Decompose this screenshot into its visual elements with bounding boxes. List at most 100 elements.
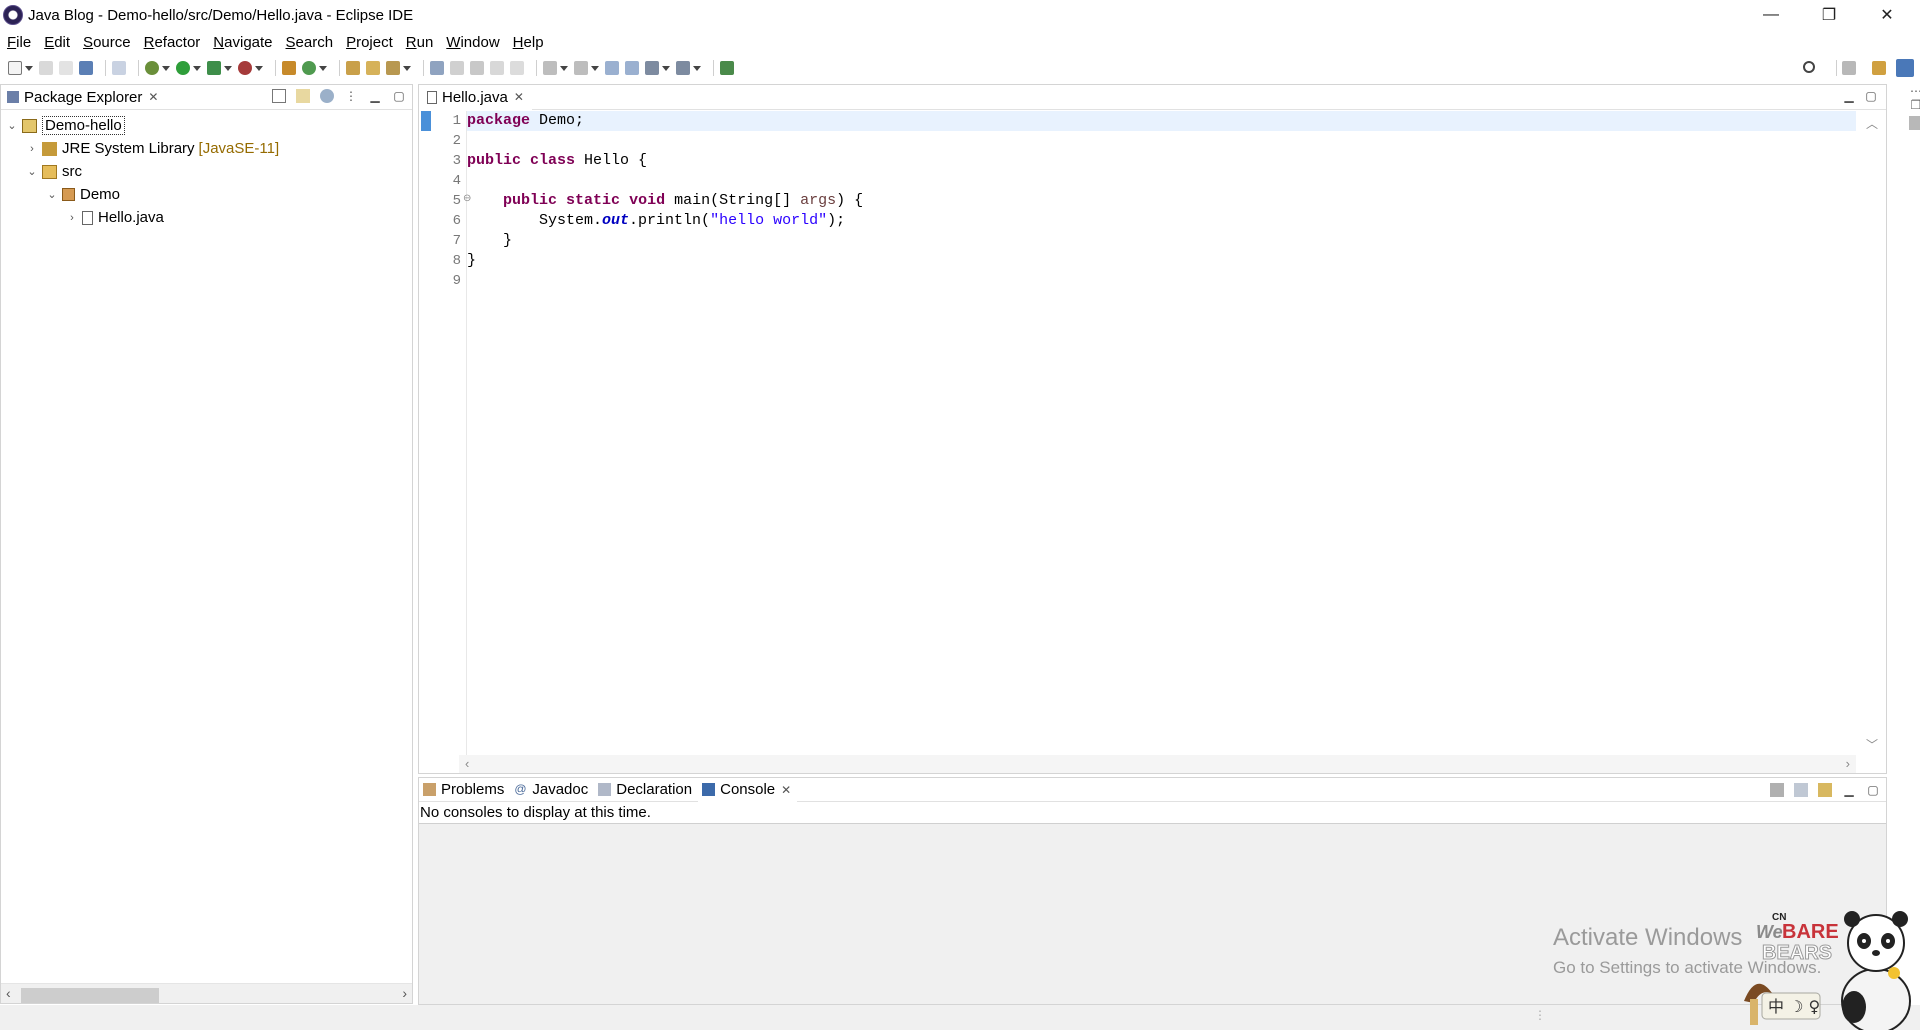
restore-button[interactable]: ❐ [1800, 0, 1858, 30]
code-line[interactable]: package Demo; [467, 111, 1856, 131]
code-line[interactable]: } [467, 251, 1856, 271]
skip-breakpoints-icon[interactable] [112, 61, 126, 75]
maximize-view-icon[interactable]: ▢ [1866, 783, 1880, 797]
expanded-chevron-icon[interactable]: ⌄ [5, 119, 19, 132]
scroll-right-icon[interactable]: › [402, 985, 407, 1001]
code-line[interactable] [467, 271, 1856, 291]
code-line[interactable]: public class Hello { [467, 151, 1856, 171]
menu-search[interactable]: Search [286, 34, 334, 51]
menu-project[interactable]: Project [346, 34, 393, 51]
new-java-class-icon[interactable] [302, 61, 316, 75]
code-line[interactable]: System.out.println("hello world"); [467, 211, 1856, 231]
next-annotation-icon[interactable] [543, 61, 557, 75]
minimize-view-icon[interactable]: ▁ [1842, 783, 1856, 797]
back-icon[interactable] [645, 61, 659, 75]
expanded-chevron-icon[interactable]: ⌄ [25, 165, 39, 178]
minimize-view-icon[interactable]: ▁ [368, 89, 382, 103]
minimize-editor-icon[interactable]: ▁ [1842, 89, 1856, 103]
run-icon[interactable] [176, 61, 190, 75]
horizontal-scrollbar[interactable]: ‹ › [1, 983, 412, 1003]
open-type-icon[interactable] [346, 61, 360, 75]
open-perspective-icon[interactable] [1842, 61, 1856, 75]
menu-edit[interactable]: Edit [44, 34, 70, 51]
resource-perspective-icon[interactable] [1872, 61, 1886, 75]
open-console-icon[interactable] [79, 61, 93, 75]
code-editor[interactable]: 1 2 3 4 5 ⊖ 6 7 8 9 package Demo; public… [419, 111, 1886, 755]
coverage-dropdown-icon[interactable] [224, 65, 232, 71]
search-tool-icon[interactable] [386, 61, 400, 75]
scroll-down-icon[interactable]: ﹀ [1866, 736, 1878, 753]
tree-item-src[interactable]: ⌄ src [1, 160, 412, 183]
tree-item-package[interactable]: ⌄ Demo [1, 183, 412, 206]
maximize-view-icon[interactable]: ▢ [392, 89, 406, 103]
menu-window[interactable]: Window [446, 34, 499, 51]
link-with-editor-icon[interactable] [296, 89, 310, 103]
run-dropdown-icon[interactable] [193, 65, 201, 71]
next-annotation-dropdown-icon[interactable] [560, 65, 568, 71]
scroll-left-icon[interactable]: ‹ [6, 985, 11, 1001]
menu-refactor[interactable]: Refactor [144, 34, 201, 51]
debug-icon[interactable] [145, 61, 159, 75]
scroll-up-icon[interactable]: ︿ [1866, 115, 1878, 132]
tab-problems[interactable]: Problems [419, 778, 510, 802]
tree-item-java-file[interactable]: › Hello.java [1, 206, 412, 229]
external-tools-icon[interactable] [238, 61, 252, 75]
open-console-icon[interactable] [1818, 783, 1832, 797]
close-tab-icon[interactable]: ✕ [781, 783, 791, 797]
pin-console-icon[interactable] [1770, 783, 1784, 797]
external-tools-dropdown-icon[interactable] [255, 65, 263, 71]
editor-vertical-scrollbar[interactable]: ︿ ﹀ [1856, 111, 1886, 755]
pin-editor-icon[interactable] [720, 61, 734, 75]
tab-package-explorer[interactable]: Package Explorer ✕ [1, 85, 164, 110]
editor-horizontal-scrollbar[interactable]: ‹ › [459, 755, 1856, 773]
new-dropdown-icon[interactable] [25, 65, 33, 71]
save-all-icon[interactable] [59, 61, 73, 75]
tree-item-jre[interactable]: › JRE System Library [JavaSE-11] [1, 137, 412, 160]
expanded-chevron-icon[interactable]: ⌄ [45, 188, 59, 201]
debug-dropdown-icon[interactable] [162, 65, 170, 71]
menu-source[interactable]: Source [83, 34, 131, 51]
toggle-block-selection-icon[interactable] [470, 61, 484, 75]
collapsed-chevron-icon[interactable]: › [65, 212, 79, 224]
code-line[interactable] [467, 131, 1856, 151]
tree-item-project[interactable]: ⌄ Demo-hello [1, 114, 412, 137]
close-button[interactable]: ✕ [1858, 0, 1916, 30]
tab-hello-java[interactable]: Hello.java ✕ [419, 84, 532, 110]
toggle-breadcrumb-icon[interactable] [450, 61, 464, 75]
code-text[interactable]: package Demo; public class Hello { publi… [467, 111, 1856, 755]
previous-annotation-icon[interactable] [574, 61, 588, 75]
tab-javadoc[interactable]: @ Javadoc [510, 778, 594, 802]
search-icon[interactable] [1803, 61, 1815, 73]
restore-icon[interactable]: ❐ [1909, 98, 1920, 112]
open-task-icon[interactable] [366, 61, 380, 75]
new-class-dropdown-icon[interactable] [319, 65, 327, 71]
menu-navigate[interactable]: Navigate [213, 34, 272, 51]
tab-declaration[interactable]: Declaration [594, 778, 698, 802]
collapse-all-icon[interactable] [272, 89, 286, 103]
java-perspective-icon[interactable] [1896, 59, 1914, 77]
outline-icon[interactable] [1909, 116, 1920, 130]
show-whitespace-icon[interactable] [490, 61, 504, 75]
minimize-button[interactable]: — [1742, 0, 1800, 30]
forward-icon[interactable] [676, 61, 690, 75]
toggle-mark-occurrences-icon[interactable] [430, 61, 444, 75]
code-line[interactable]: } [467, 231, 1856, 251]
code-line[interactable]: public static void main(String[] args) { [467, 191, 1856, 211]
pilcrow-icon[interactable] [510, 61, 524, 75]
trim-menu-icon[interactable]: ⋯ [1909, 84, 1920, 98]
collapsed-chevron-icon[interactable]: › [25, 143, 39, 155]
scroll-left-icon[interactable]: ‹ [465, 756, 469, 771]
back-dropdown-icon[interactable] [662, 65, 670, 71]
close-tab-icon[interactable]: ✕ [148, 90, 158, 104]
focus-task-icon[interactable] [320, 89, 334, 103]
close-tab-icon[interactable]: ✕ [514, 90, 524, 104]
previous-annotation-dropdown-icon[interactable] [591, 65, 599, 71]
menu-help[interactable]: Help [513, 34, 544, 51]
forward-dropdown-icon[interactable] [693, 65, 701, 71]
last-edit-location-icon[interactable] [605, 61, 619, 75]
code-line[interactable] [467, 171, 1856, 191]
tab-console[interactable]: Console ✕ [698, 777, 798, 802]
new-java-project-icon[interactable] [282, 61, 296, 75]
display-console-icon[interactable] [1794, 783, 1808, 797]
maximize-editor-icon[interactable]: ▢ [1864, 89, 1878, 103]
